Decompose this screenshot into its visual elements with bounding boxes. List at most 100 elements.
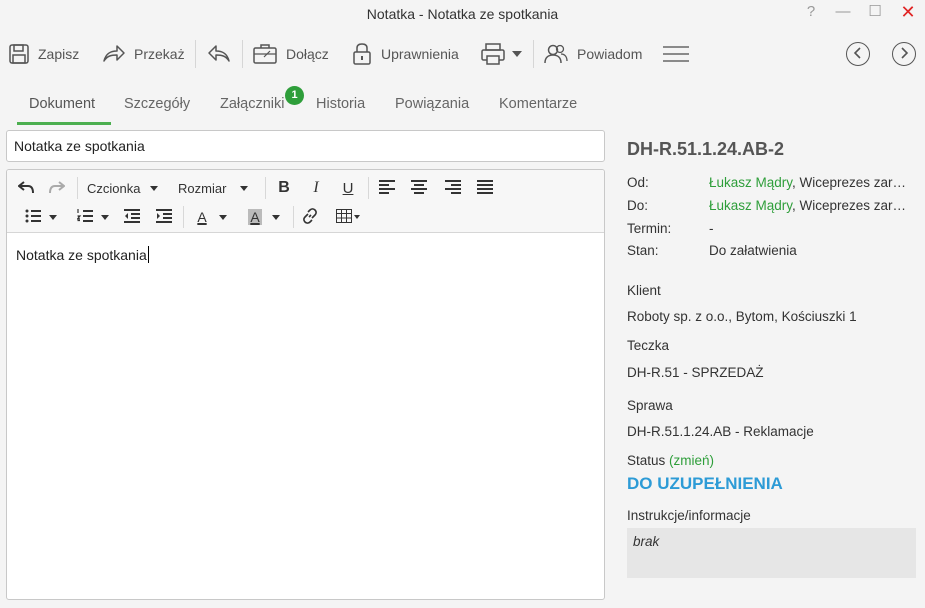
deadline-value: - xyxy=(709,221,714,236)
text-cursor xyxy=(147,246,149,263)
redo-button[interactable] xyxy=(46,177,68,199)
background-color-button[interactable]: A xyxy=(243,206,285,228)
caret-down-icon xyxy=(240,185,249,191)
chevron-right-icon xyxy=(899,46,909,62)
help-button[interactable]: ? xyxy=(801,3,821,21)
subject-input[interactable]: Notatka ze spotkania xyxy=(6,130,605,162)
bold-button[interactable]: B xyxy=(273,177,295,199)
reply-button[interactable] xyxy=(207,40,231,68)
minimize-button[interactable]: — xyxy=(833,3,853,21)
lock-icon xyxy=(351,42,373,66)
instructions-value: brak xyxy=(633,534,660,549)
from-label: Od: xyxy=(627,175,649,190)
status-label: Status xyxy=(627,453,666,468)
caret-down-icon xyxy=(354,215,360,219)
title-bar: Notatka - Notatka ze spotkania ? — ☐ ✕ xyxy=(0,0,925,28)
floppy-icon xyxy=(8,43,30,65)
bullet-list-button[interactable] xyxy=(21,206,61,228)
numbered-list-icon xyxy=(76,208,93,226)
folder-label: Teczka xyxy=(627,338,670,353)
tab-attachments[interactable]: Załączniki xyxy=(220,96,284,112)
hamburger-icon xyxy=(662,43,690,65)
main-toolbar: Zapisz Przekaż Dołącz Uprawnienia Powiad… xyxy=(0,34,925,74)
state-value: Do załatwienia xyxy=(709,243,797,258)
font-color-label: A xyxy=(197,209,207,225)
undo-button[interactable] xyxy=(15,177,37,199)
justify-button[interactable] xyxy=(474,177,496,199)
case-label: Sprawa xyxy=(627,398,673,413)
editor-divider xyxy=(265,177,266,199)
editor-divider xyxy=(368,177,369,199)
from-person-link[interactable]: Łukasz Mądry xyxy=(709,175,792,190)
tab-document[interactable]: Dokument xyxy=(29,96,95,112)
to-position: , Wiceprezes zar… xyxy=(792,198,907,213)
status-label-row: Status (zmień) xyxy=(627,453,714,468)
font-size-label: Rozmiar xyxy=(178,180,227,196)
notify-label: Powiadom xyxy=(577,46,643,62)
editor-divider xyxy=(77,177,78,199)
numbered-list-button[interactable] xyxy=(73,206,113,228)
instructions-label: Instrukcje/informacje xyxy=(627,508,751,523)
italic-button[interactable]: I xyxy=(305,177,327,199)
notify-button[interactable]: Powiadom xyxy=(543,40,642,68)
indent-button[interactable] xyxy=(153,206,175,228)
tab-bar: Dokument Szczegóły Załączniki Historia P… xyxy=(0,86,925,126)
caret-down-icon xyxy=(271,214,280,220)
attach-button[interactable]: Dołącz xyxy=(252,40,329,68)
from-value: Łukasz Mądry, Wiceprezes zar… xyxy=(709,175,914,190)
background-color-label: A xyxy=(248,209,262,225)
maximize-button[interactable]: ☐ xyxy=(865,3,885,21)
table-icon xyxy=(336,208,352,226)
to-person-link[interactable]: Łukasz Mądry xyxy=(709,198,792,213)
deadline-label: Termin: xyxy=(627,221,672,236)
align-center-icon xyxy=(411,179,427,197)
tab-links[interactable]: Powiązania xyxy=(395,96,469,112)
reply-arrow-icon xyxy=(207,43,231,65)
save-label: Zapisz xyxy=(38,46,80,62)
to-label: Do: xyxy=(627,198,649,213)
status-value: DO UZUPEŁNIENIA xyxy=(627,474,783,493)
forward-label: Przekaż xyxy=(134,46,185,62)
align-center-button[interactable] xyxy=(408,177,430,199)
font-size-dropdown[interactable]: Rozmiar xyxy=(178,177,249,199)
font-family-label: Czcionka xyxy=(87,180,141,196)
outdent-button[interactable] xyxy=(121,206,143,228)
previous-button[interactable] xyxy=(846,42,870,66)
print-button[interactable] xyxy=(480,40,522,68)
editor-divider xyxy=(293,206,294,228)
bullet-list-icon xyxy=(25,209,41,226)
forward-button[interactable]: Przekaż xyxy=(102,40,185,68)
client-link[interactable]: Roboty sp. z o.o., Bytom, Kościuszki 1 xyxy=(627,309,857,324)
status-change-link[interactable]: (zmień) xyxy=(669,453,714,468)
users-icon xyxy=(543,43,569,65)
rich-text-editor: Czcionka Rozmiar B I U A A Notatka ze sp… xyxy=(6,169,605,600)
insert-link-button[interactable] xyxy=(299,206,321,228)
editor-content-area[interactable]: Notatka ze spotkania xyxy=(16,246,149,263)
toolbar-divider xyxy=(195,40,196,68)
close-button[interactable]: ✕ xyxy=(898,3,918,21)
save-button[interactable]: Zapisz xyxy=(8,40,79,68)
from-position: , Wiceprezes zar… xyxy=(792,175,907,190)
tab-comments[interactable]: Komentarze xyxy=(499,96,577,112)
briefcase-icon xyxy=(252,42,278,66)
underline-button[interactable]: U xyxy=(337,177,359,199)
more-menu-button[interactable] xyxy=(662,40,690,68)
case-link[interactable]: DH-R.51.1.24.AB - Reklamacje xyxy=(627,424,814,439)
toolbar-divider xyxy=(242,40,243,68)
align-left-button[interactable] xyxy=(376,177,398,199)
font-family-dropdown[interactable]: Czcionka xyxy=(87,177,159,199)
permissions-button[interactable]: Uprawnienia xyxy=(351,40,459,68)
undo-icon xyxy=(17,180,34,197)
align-right-button[interactable] xyxy=(442,177,464,199)
folder-value: DH-R.51 - SPRZEDAŻ xyxy=(627,365,764,380)
attachments-count-badge: 1 xyxy=(285,86,304,105)
chevron-down-icon xyxy=(512,51,522,57)
tab-history[interactable]: Historia xyxy=(316,96,365,112)
insert-table-button[interactable] xyxy=(333,206,363,228)
next-button[interactable] xyxy=(892,42,916,66)
indent-icon xyxy=(156,208,172,226)
redo-icon xyxy=(49,180,66,197)
state-label: Stan: xyxy=(627,243,659,258)
font-color-button[interactable]: A xyxy=(191,206,233,228)
tab-details[interactable]: Szczegóły xyxy=(124,96,190,112)
